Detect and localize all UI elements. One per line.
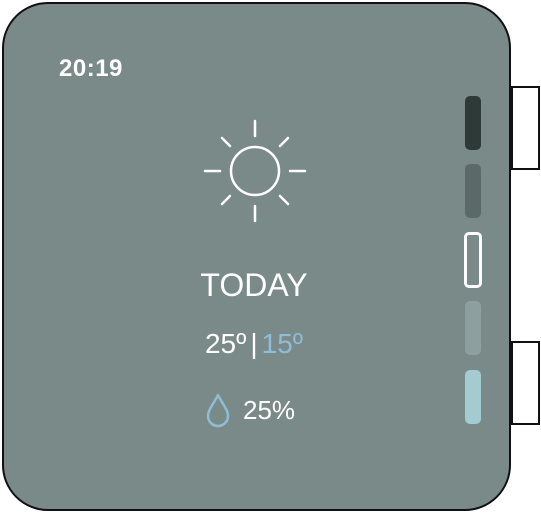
page-indicator[interactable] [464, 96, 483, 436]
clock-time: 20:19 [59, 55, 123, 82]
page-indicator-pip-1[interactable] [465, 96, 481, 150]
high-temperature: 25º [204, 328, 247, 359]
page-indicator-pip-2[interactable] [465, 164, 481, 218]
side-button-top[interactable] [511, 86, 540, 170]
page-indicator-pip-4[interactable] [465, 301, 481, 355]
raindrop-icon [206, 393, 230, 428]
temperature-range: 25º | 15º [154, 328, 354, 360]
temperature-separator: | [250, 328, 258, 359]
precipitation-row: 25% [205, 392, 295, 428]
precipitation-value: 25% [243, 394, 296, 425]
day-label: TODAY [200, 267, 308, 303]
page-indicator-pip-5[interactable] [465, 370, 481, 424]
side-button-bottom[interactable] [511, 341, 540, 425]
page-indicator-pip-current[interactable] [464, 232, 482, 288]
watch-screen: 20:19 TODAY 25º | 15º 25% [2, 2, 511, 511]
low-temperature: 15º [261, 328, 304, 359]
sun-icon [203, 119, 307, 223]
